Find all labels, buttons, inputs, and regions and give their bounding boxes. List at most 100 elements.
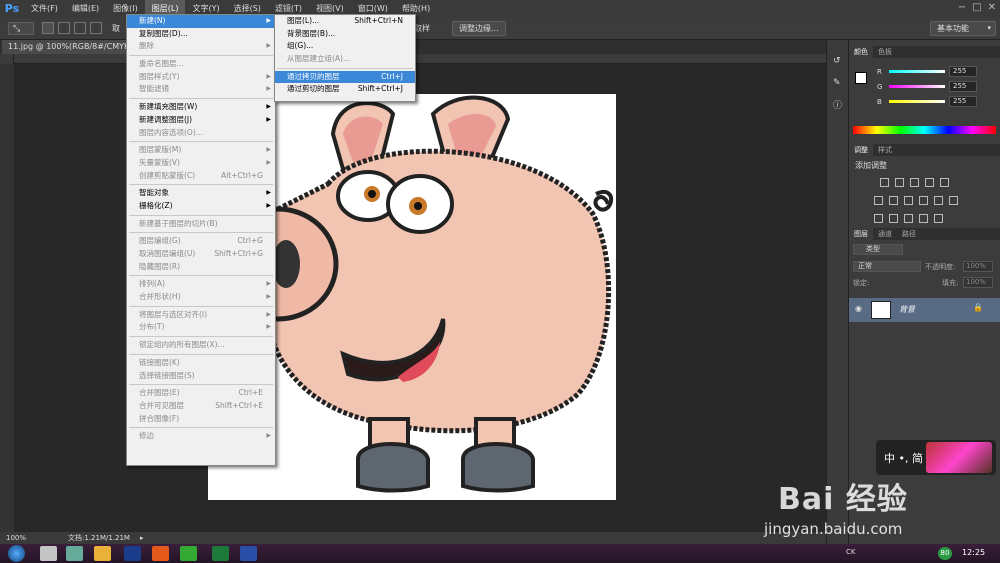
taskbar-word[interactable] — [240, 546, 257, 561]
new-submenu-item[interactable]: 图层(L)... Shift+Ctrl+N — [275, 15, 415, 28]
g-value[interactable]: 255 — [949, 81, 977, 92]
layer-menu-item[interactable]: 选择链接图层(S) — [127, 370, 275, 383]
new-selection-icon[interactable] — [42, 22, 54, 34]
taskbar-photoshop[interactable] — [124, 546, 141, 561]
threshold-icon[interactable] — [904, 214, 913, 223]
layer-menu-item[interactable]: 隐藏图层(R) — [127, 261, 275, 274]
foreground-color-swatch[interactable] — [855, 72, 867, 84]
tab-channels[interactable]: 通道 — [873, 228, 897, 240]
layer-menu-item[interactable]: 栅格化(Z) ▶ — [127, 200, 275, 213]
tab-adjustments[interactable]: 调整 — [849, 144, 873, 156]
tab-color[interactable]: 颜色 — [849, 46, 873, 58]
subtract-selection-icon[interactable] — [74, 22, 86, 34]
layer-menu-item[interactable]: 图层编组(G) Ctrl+G — [127, 235, 275, 248]
tab-styles[interactable]: 样式 — [873, 144, 897, 156]
layer-menu-item[interactable]: 锁定组内的所有图层(X)... — [127, 339, 275, 352]
layer-menu-item[interactable]: 矢量蒙版(V) ▶ — [127, 157, 275, 170]
layer-menu-item[interactable]: 删除 ▶ — [127, 40, 275, 53]
menu-file[interactable]: 文件(F) — [24, 0, 65, 18]
layer-menu-item[interactable]: 修边 ▶ — [127, 430, 275, 443]
properties-icon[interactable]: ⓘ — [833, 98, 842, 111]
layer-menu-item[interactable]: 智能滤镜 ▶ — [127, 83, 275, 96]
posterize-icon[interactable] — [889, 214, 898, 223]
layer-filter-select[interactable]: 类型 — [853, 244, 903, 255]
ime-toolbar[interactable]: 中 •, 简 — [876, 440, 996, 475]
levels-icon[interactable] — [895, 178, 904, 187]
workspace-select[interactable]: 基本功能 ▾ — [930, 21, 996, 36]
layer-row[interactable]: ◉ 背景 🔒 — [849, 298, 1000, 322]
bw-icon[interactable] — [904, 196, 913, 205]
channel-mixer-icon[interactable] — [934, 196, 943, 205]
curves-icon[interactable] — [910, 178, 919, 187]
layer-menu-item[interactable]: 合并形状(H) ▶ — [127, 291, 275, 304]
invert-icon[interactable] — [874, 214, 883, 223]
vibrance-icon[interactable] — [940, 178, 949, 187]
layer-menu-item[interactable]: 新建基于图层的切片(B) — [127, 218, 275, 231]
brightness-icon[interactable] — [880, 178, 889, 187]
tab-paths[interactable]: 路径 — [897, 228, 921, 240]
photo-filter-icon[interactable] — [919, 196, 928, 205]
layer-menu-item[interactable]: 取消图层编组(U) Shift+Ctrl+G — [127, 248, 275, 261]
color-spectrum[interactable] — [853, 126, 996, 134]
taskbar-app-1[interactable] — [40, 546, 57, 561]
opacity-input[interactable]: 100% — [963, 261, 993, 272]
refine-edge-button[interactable]: 调整边缘... — [452, 21, 506, 36]
layer-menu-item[interactable]: 排列(A) ▶ — [127, 278, 275, 291]
layer-menu-item[interactable]: 智能对象 ▶ — [127, 187, 275, 200]
history-icon[interactable]: ↺ — [833, 56, 841, 66]
start-button[interactable] — [8, 545, 25, 562]
exposure-icon[interactable] — [925, 178, 934, 187]
tray-badge[interactable]: 80 — [938, 547, 952, 560]
r-value[interactable]: 255 — [949, 66, 977, 77]
g-slider[interactable] — [889, 85, 945, 88]
selective-color-icon[interactable] — [934, 214, 943, 223]
new-submenu-item[interactable]: 组(G)... — [275, 40, 415, 53]
layer-menu-item[interactable]: 图层内容选项(O)... — [127, 127, 275, 140]
r-slider[interactable] — [889, 70, 945, 73]
lang-indicator[interactable]: CK — [846, 548, 855, 556]
taskbar-excel[interactable] — [212, 546, 229, 561]
hue-icon[interactable] — [874, 196, 883, 205]
maximize-icon[interactable]: □ — [972, 2, 981, 13]
menu-edit[interactable]: 编辑(E) — [65, 0, 106, 18]
balance-icon[interactable] — [889, 196, 898, 205]
layer-menu-item[interactable]: 合并可见图层 Shift+Ctrl+E — [127, 400, 275, 413]
layer-menu-item[interactable]: 合并图层(E) Ctrl+E — [127, 387, 275, 400]
lookup-icon[interactable] — [949, 196, 958, 205]
close-icon[interactable]: ✕ — [988, 2, 996, 13]
new-submenu-item[interactable]: 通过剪切的图层 Shift+Ctrl+J — [275, 83, 415, 96]
layer-menu-item[interactable]: 图层蒙版(M) ▶ — [127, 144, 275, 157]
layer-menu-item[interactable]: 新建填充图层(W) ▶ — [127, 101, 275, 114]
layer-menu-item[interactable]: 新建调整图层(J) ▶ — [127, 114, 275, 127]
tab-swatches[interactable]: 色板 — [873, 46, 897, 58]
taskbar-app-2[interactable] — [66, 546, 83, 561]
tool-preset-picker[interactable]: ⤡ — [8, 22, 34, 35]
layer-menu-item[interactable]: 链接图层(K) — [127, 357, 275, 370]
layer-menu-item[interactable]: 创建剪贴蒙版(C) Alt+Ctrl+G — [127, 170, 275, 183]
minimize-icon[interactable]: − — [958, 2, 966, 13]
tab-layers[interactable]: 图层 — [849, 228, 873, 240]
blend-mode-select[interactable]: 正常 — [853, 261, 921, 272]
taskbar-app-3[interactable] — [94, 546, 111, 561]
fill-input[interactable]: 100% — [963, 277, 993, 288]
layer-menu-item[interactable]: 新建(N) ▶ — [127, 15, 275, 28]
layer-menu-item[interactable]: 图层样式(Y) ▶ — [127, 71, 275, 84]
taskbar-app-6[interactable] — [180, 546, 197, 561]
layer-menu-item[interactable]: 复制图层(D)... — [127, 28, 275, 41]
new-submenu-item[interactable]: 背景图层(B)... — [275, 28, 415, 41]
zoom-level[interactable]: 100% — [6, 532, 26, 544]
taskbar-firefox[interactable] — [152, 546, 169, 561]
chevron-right-icon[interactable]: ▸ — [140, 532, 144, 544]
new-submenu-item[interactable]: 通过拷贝的图层 Ctrl+J — [275, 70, 415, 84]
add-selection-icon[interactable] — [58, 22, 70, 34]
new-submenu-item[interactable]: 从图层建立组(A)... — [275, 53, 415, 66]
eye-icon[interactable]: ◉ — [855, 304, 862, 313]
layer-menu-item[interactable]: 拼合图像(F) — [127, 413, 275, 426]
layer-menu-item[interactable]: 分布(T) ▶ — [127, 321, 275, 334]
intersect-selection-icon[interactable] — [90, 22, 102, 34]
b-slider[interactable] — [889, 100, 945, 103]
layer-menu-item[interactable]: 将图层与选区对齐(I) ▶ — [127, 309, 275, 322]
b-value[interactable]: 255 — [949, 96, 977, 107]
layer-menu-item[interactable]: 重命名图层... — [127, 58, 275, 71]
brush-icon[interactable]: ✎ — [833, 78, 841, 88]
